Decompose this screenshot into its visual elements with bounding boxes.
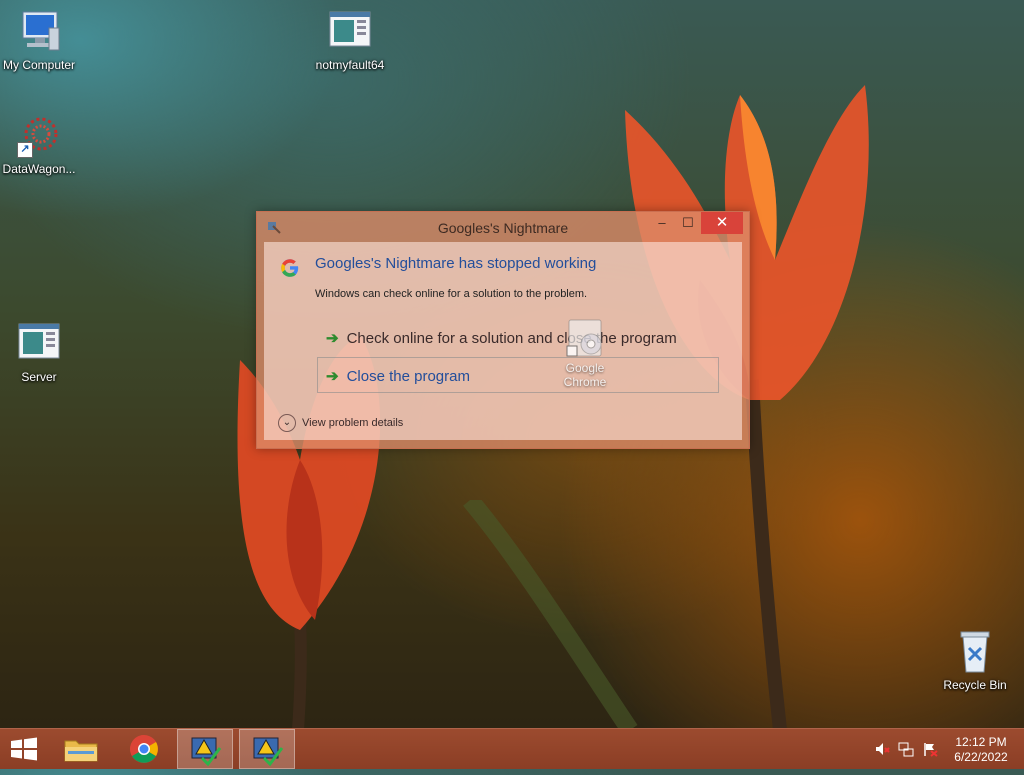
details-label: View problem details	[302, 416, 404, 429]
recycle-bin-icon	[951, 630, 999, 674]
system-clock[interactable]: 12:12 PM 6/22/2022	[946, 735, 1016, 765]
close-program-option[interactable]: ➔ Close the program	[317, 357, 719, 393]
action-center-flag-icon[interactable]	[922, 741, 938, 757]
network-icon[interactable]	[898, 741, 914, 757]
datawagon-icon: ↗	[15, 114, 63, 158]
icon-label-line1: Google	[565, 361, 605, 375]
chrome-icon	[130, 735, 158, 763]
warning-app-taskbar-button-2[interactable]	[239, 729, 295, 769]
error-subtext: Windows can check online for a solution …	[315, 288, 588, 300]
server-desktop-icon[interactable]: Server	[0, 322, 82, 384]
icon-label: My Computer	[2, 58, 76, 72]
volume-muted-icon[interactable]	[874, 741, 890, 757]
start-button[interactable]	[0, 729, 48, 769]
view-problem-details-toggle[interactable]: ⌄ View problem details	[278, 414, 403, 432]
green-arrow-icon: ➔	[326, 368, 339, 385]
clock-time: 12:12 PM	[955, 735, 1007, 749]
datawagon-desktop-icon[interactable]: ↗ DataWagon...	[0, 114, 82, 176]
leaf-wallpaper	[463, 500, 638, 730]
taskbar: 12:12 PM 6/22/2022	[0, 728, 1024, 769]
windows-logo-icon	[11, 737, 37, 761]
google-logo-icon	[279, 257, 301, 279]
my-computer-desktop-icon[interactable]: My Computer	[0, 10, 82, 72]
minimize-button[interactable]: –	[649, 212, 675, 234]
icon-label: Server	[21, 370, 57, 384]
dialog-titlebar[interactable]: Googles's Nightmare – ☐ ✕	[257, 212, 749, 242]
icon-label: DataWagon...	[2, 162, 76, 176]
icon-label: Recycle Bin	[943, 678, 1007, 692]
warning-app-taskbar-button-1[interactable]	[177, 729, 233, 769]
chevron-down-icon: ⌄	[278, 414, 296, 432]
clock-date: 6/22/2022	[954, 750, 1008, 764]
app-window-icon	[326, 10, 374, 54]
recycle-bin-desktop-icon[interactable]: Recycle Bin	[932, 630, 1018, 692]
icon-label: notmyfault64	[315, 58, 385, 72]
maximize-button[interactable]: ☐	[675, 212, 701, 234]
file-explorer-taskbar-button[interactable]	[54, 729, 110, 769]
folder-icon	[64, 740, 98, 762]
error-dialog: Googles's Nightmare – ☐ ✕ Googles's Nigh…	[256, 211, 750, 449]
icon-label-line2: Chrome	[563, 375, 607, 389]
app-window-icon	[15, 322, 63, 366]
option-label: Close the program	[346, 368, 470, 385]
chrome-taskbar-button[interactable]	[116, 729, 172, 769]
desktop: My Computer notmyfault64 ↗ DataWagon...	[0, 0, 1024, 731]
close-button[interactable]: ✕	[701, 212, 743, 234]
warning-app-icon	[253, 737, 284, 767]
notmyfault64-desktop-icon[interactable]: notmyfault64	[307, 10, 393, 72]
chrome-icon	[566, 319, 602, 357]
computer-icon	[15, 10, 63, 54]
warning-app-icon	[191, 737, 222, 767]
dialog-content: Googles's Nightmare has stopped working …	[264, 242, 742, 440]
option-label: Check online for a solution and close th…	[346, 330, 677, 347]
google-chrome-desktop-icon[interactable]: Google Chrome	[550, 318, 620, 389]
green-arrow-icon: ➔	[326, 330, 339, 347]
shortcut-arrow-icon: ↗	[17, 142, 33, 158]
check-online-option[interactable]: ➔ Check online for a solution and close t…	[326, 329, 677, 347]
error-headline: Googles's Nightmare has stopped working	[315, 255, 597, 272]
